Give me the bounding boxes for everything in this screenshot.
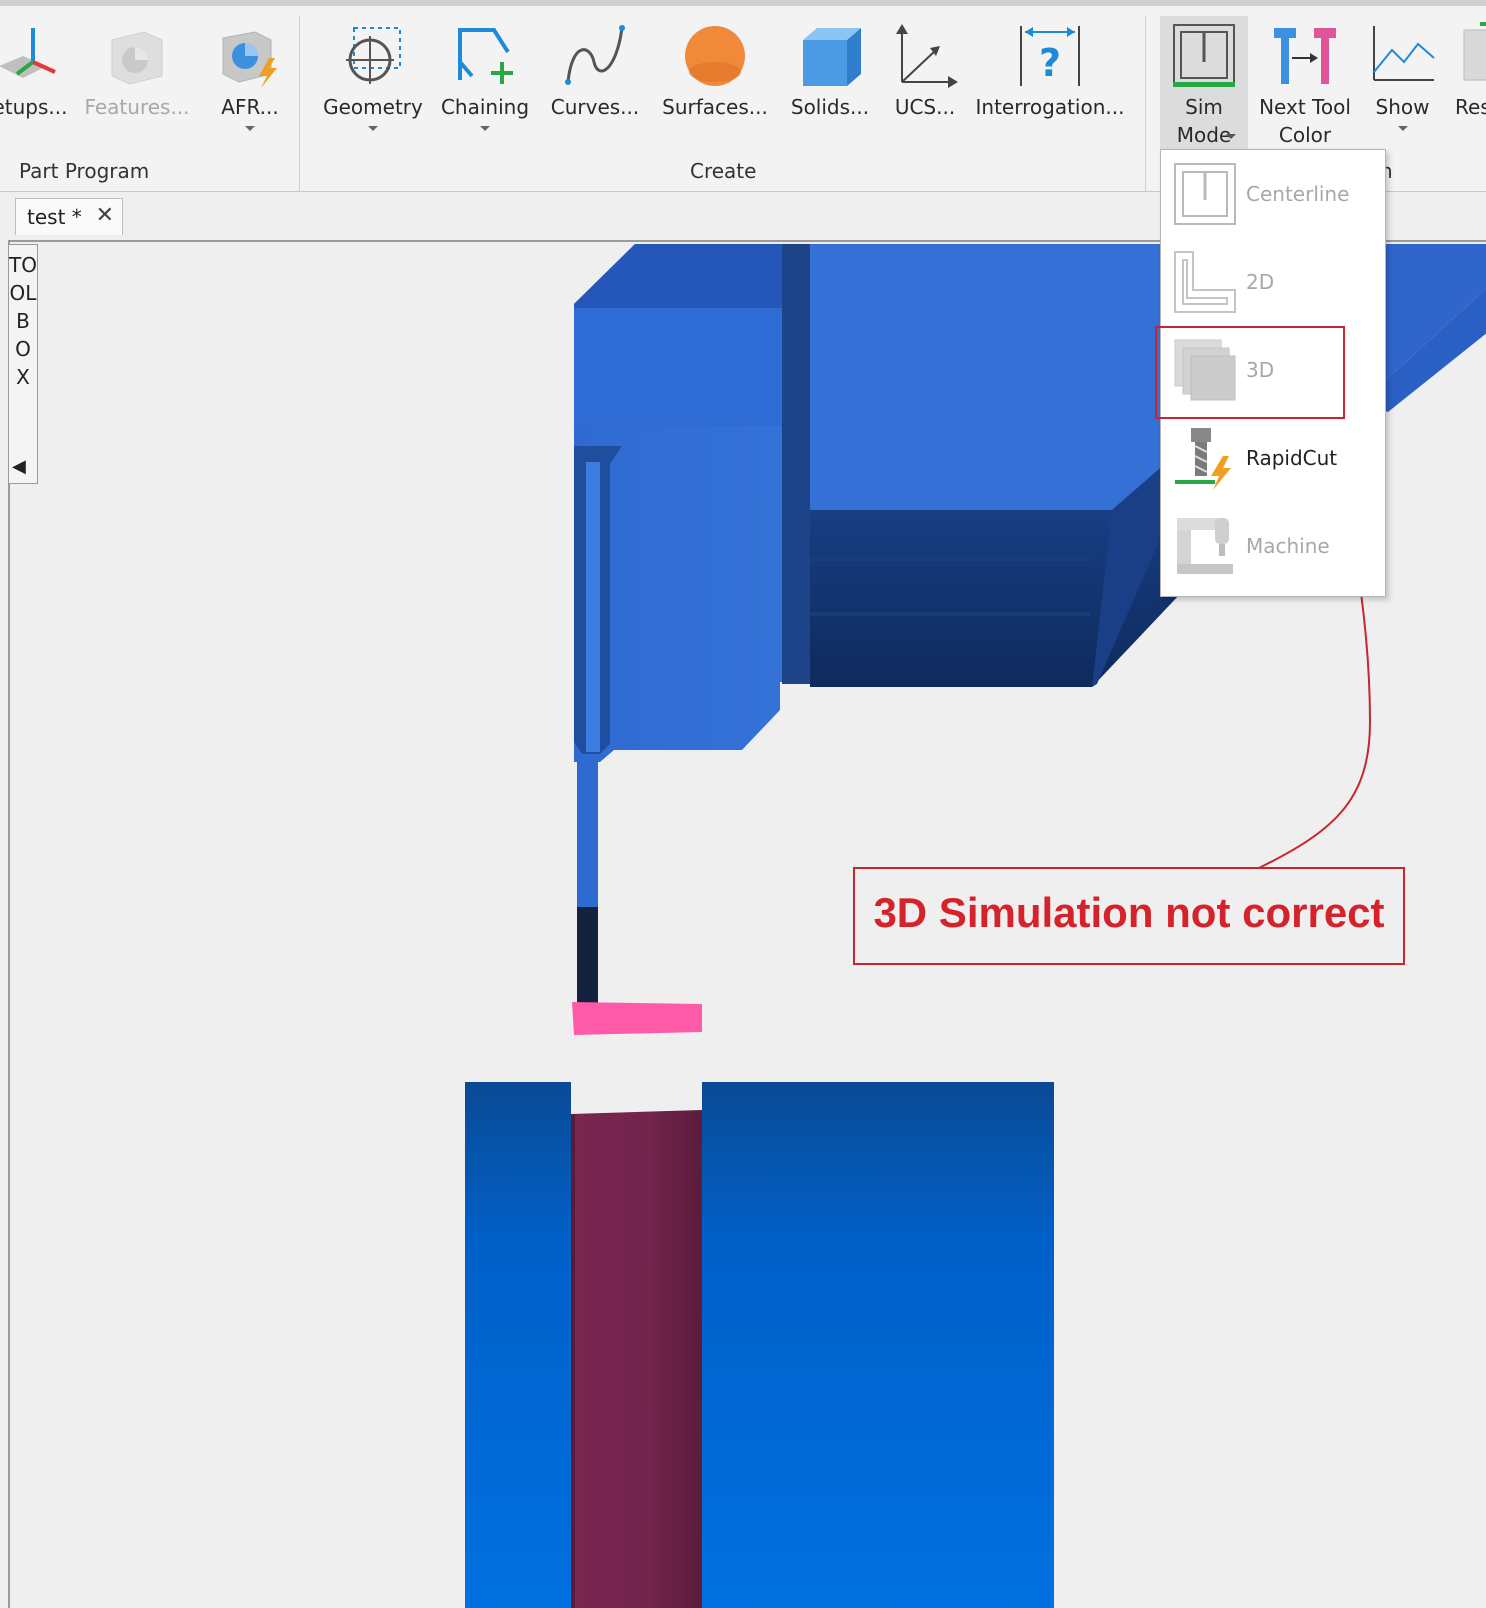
solids-button[interactable]: Solids... [780,6,880,156]
toolbox-panel[interactable]: TOOLBOX ◀ [8,244,38,484]
surfaces-icon [685,26,745,86]
chaining-button[interactable]: Chaining [435,6,535,156]
interrogation-label: Interrogation... [975,95,1125,119]
tool-insert [572,1002,702,1035]
next-tool-color-label-line2: Color [1278,123,1332,147]
sim-mode-caret-icon [1226,134,1236,139]
curves-button[interactable]: Curves... [545,6,645,156]
centerline-icon [1174,163,1236,225]
menu-item-label: 2D [1246,270,1275,294]
sim-mode-icon [1173,24,1235,87]
curves-label: Curves... [550,95,640,119]
ucs-icon [896,24,958,88]
features-label: Features... [84,95,190,119]
document-tab-label: test * [27,205,82,229]
menu-item-rapidcut[interactable]: RapidCut [1161,414,1385,502]
chaining-icon [458,28,513,84]
group-label-part-program: Part Program [19,159,150,183]
stock-model [465,1082,1054,1608]
group-separator [299,16,300,191]
curves-icon [565,25,625,85]
geometry-caret-icon [368,126,378,131]
menu-item-label: Centerline [1246,182,1350,206]
group-label-create: Create [690,159,757,183]
menu-item-machine[interactable]: Machine [1161,502,1385,590]
features-button[interactable]: Features... [82,6,192,156]
menu-item-label: Machine [1246,534,1330,558]
interrogation-icon: ? [1020,26,1080,86]
sim-mode-button[interactable]: Sim Mode [1160,16,1248,156]
reset-label: Res [1455,95,1486,119]
solids-label: Solids... [790,95,870,119]
menu-item-2d[interactable]: 2D [1161,238,1385,326]
features-icon [111,31,163,85]
svg-text:?: ? [1039,41,1061,85]
next-tool-color-icon [1274,28,1336,84]
show-icon [1372,26,1435,81]
show-label: Show [1375,95,1430,119]
menu-item-label: RapidCut [1246,446,1338,470]
annotation-highlight-box [1155,326,1345,419]
rapidcut-icon [1175,428,1231,490]
surfaces-button[interactable]: Surfaces... [655,6,775,156]
afr-caret-icon [245,126,255,131]
next-tool-color-button[interactable]: Next Tool Color [1255,6,1355,156]
afr-label: AFR... [221,95,279,119]
menu-item-centerline[interactable]: Centerline [1161,150,1385,238]
reset-icon [1463,22,1486,81]
afr-icon [222,31,277,88]
show-caret-icon [1397,126,1408,131]
ucs-button[interactable]: UCS... [880,6,970,156]
chaining-caret-icon [480,126,490,131]
surfaces-label: Surfaces... [662,95,768,119]
annotation-text: 3D Simulation not correct [873,889,1385,936]
afr-button[interactable]: AFR... [205,6,295,156]
machine-icon [1177,518,1233,574]
close-icon[interactable]: ✕ [96,203,114,228]
setups-icon [0,28,56,78]
geometry-label: Geometry [323,95,423,119]
group-separator [1145,16,1146,191]
solids-icon [803,28,861,86]
interrogation-button[interactable]: ? Interrogation... [975,6,1125,156]
setups-label: etups... [0,95,68,119]
setups-button[interactable]: etups... [0,6,70,156]
reset-button[interactable]: Res [1452,6,1486,156]
show-button[interactable]: Show [1360,6,1445,156]
geometry-icon [346,27,401,84]
toolbox-label: TOOLBOX [9,253,37,389]
toolbox-collapse-icon[interactable]: ◀ [12,456,26,477]
document-tab-test[interactable]: test * ✕ [15,198,123,235]
chaining-label: Chaining [440,95,530,119]
sim-mode-label: Sim [1185,95,1223,119]
ucs-label: UCS... [894,95,956,119]
geometry-button[interactable]: Geometry [318,6,428,156]
mode-2d-icon [1174,251,1236,313]
next-tool-color-label: Next Tool [1259,95,1351,119]
annotation-callout: 3D Simulation not correct [853,867,1405,965]
